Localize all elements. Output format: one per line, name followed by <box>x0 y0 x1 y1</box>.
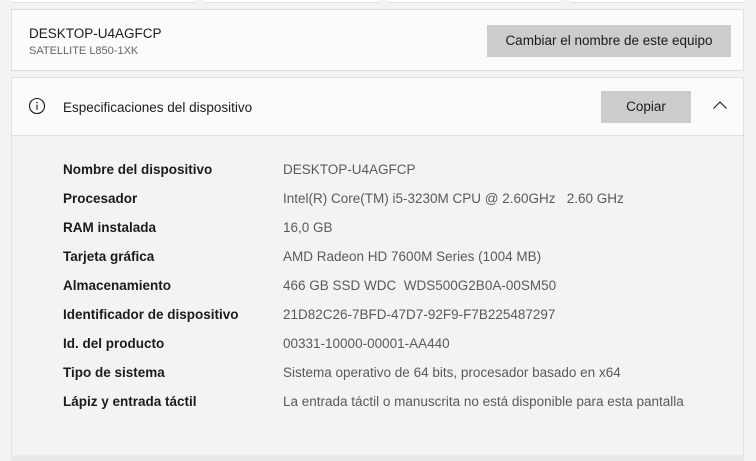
spec-label: Nombre del dispositivo <box>63 162 213 177</box>
rename-pc-button[interactable]: Cambiar el nombre de este equipo <box>487 25 731 57</box>
device-name: DESKTOP-U4AGFCP <box>29 26 162 41</box>
card-edge <box>570 0 744 3</box>
spec-value: AMD Radeon HD 7600M Series (1004 MB) <box>283 249 542 264</box>
card-edge <box>387 0 561 3</box>
chevron-up-icon[interactable] <box>712 100 728 110</box>
top-cards-edge <box>0 0 756 3</box>
spec-label: Identificador de dispositivo <box>63 307 239 322</box>
settings-page: DESKTOP-U4AGFCP SATELLITE L850-1XK Cambi… <box>0 0 756 461</box>
spec-label: Tarjeta gráfica <box>63 249 155 264</box>
spec-value: Intel(R) Core(TM) i5-3230M CPU @ 2.60GHz… <box>283 191 624 206</box>
spec-value: 466 GB SSD WDC WDS500G2B0A-00SM50 <box>283 278 557 293</box>
spec-value: La entrada táctil o manuscrita no está d… <box>283 394 684 409</box>
spec-label: RAM instalada <box>63 220 157 235</box>
spec-value: 21D82C26-7BFD-47D7-92F9-F7B225487297 <box>283 307 556 322</box>
copy-button[interactable]: Copiar <box>601 91 691 123</box>
spec-label: Id. del producto <box>63 336 165 351</box>
spec-label: Procesador <box>63 191 138 206</box>
spec-value: 00331-10000-00001-AA440 <box>283 336 450 351</box>
spec-value: DESKTOP-U4AGFCP <box>283 162 416 177</box>
card-edge <box>204 0 378 3</box>
spec-label: Lápiz y entrada táctil <box>63 394 197 409</box>
info-icon <box>28 97 46 115</box>
next-card-edge <box>11 455 744 461</box>
card-edge <box>11 0 194 3</box>
device-model: SATELLITE L850-1XK <box>29 45 139 57</box>
spec-label: Tipo de sistema <box>63 365 165 380</box>
spec-value: Sistema operativo de 64 bits, procesador… <box>283 365 621 380</box>
specs-header[interactable]: Especificaciones del dispositivo Copiar <box>12 78 743 136</box>
spec-label: Almacenamiento <box>63 278 172 293</box>
spec-value: 16,0 GB <box>283 220 333 235</box>
specs-title: Especificaciones del dispositivo <box>63 100 253 115</box>
device-card: DESKTOP-U4AGFCP SATELLITE L850-1XK Cambi… <box>11 9 744 71</box>
device-specs-card: Especificaciones del dispositivo Copiar … <box>11 77 744 461</box>
